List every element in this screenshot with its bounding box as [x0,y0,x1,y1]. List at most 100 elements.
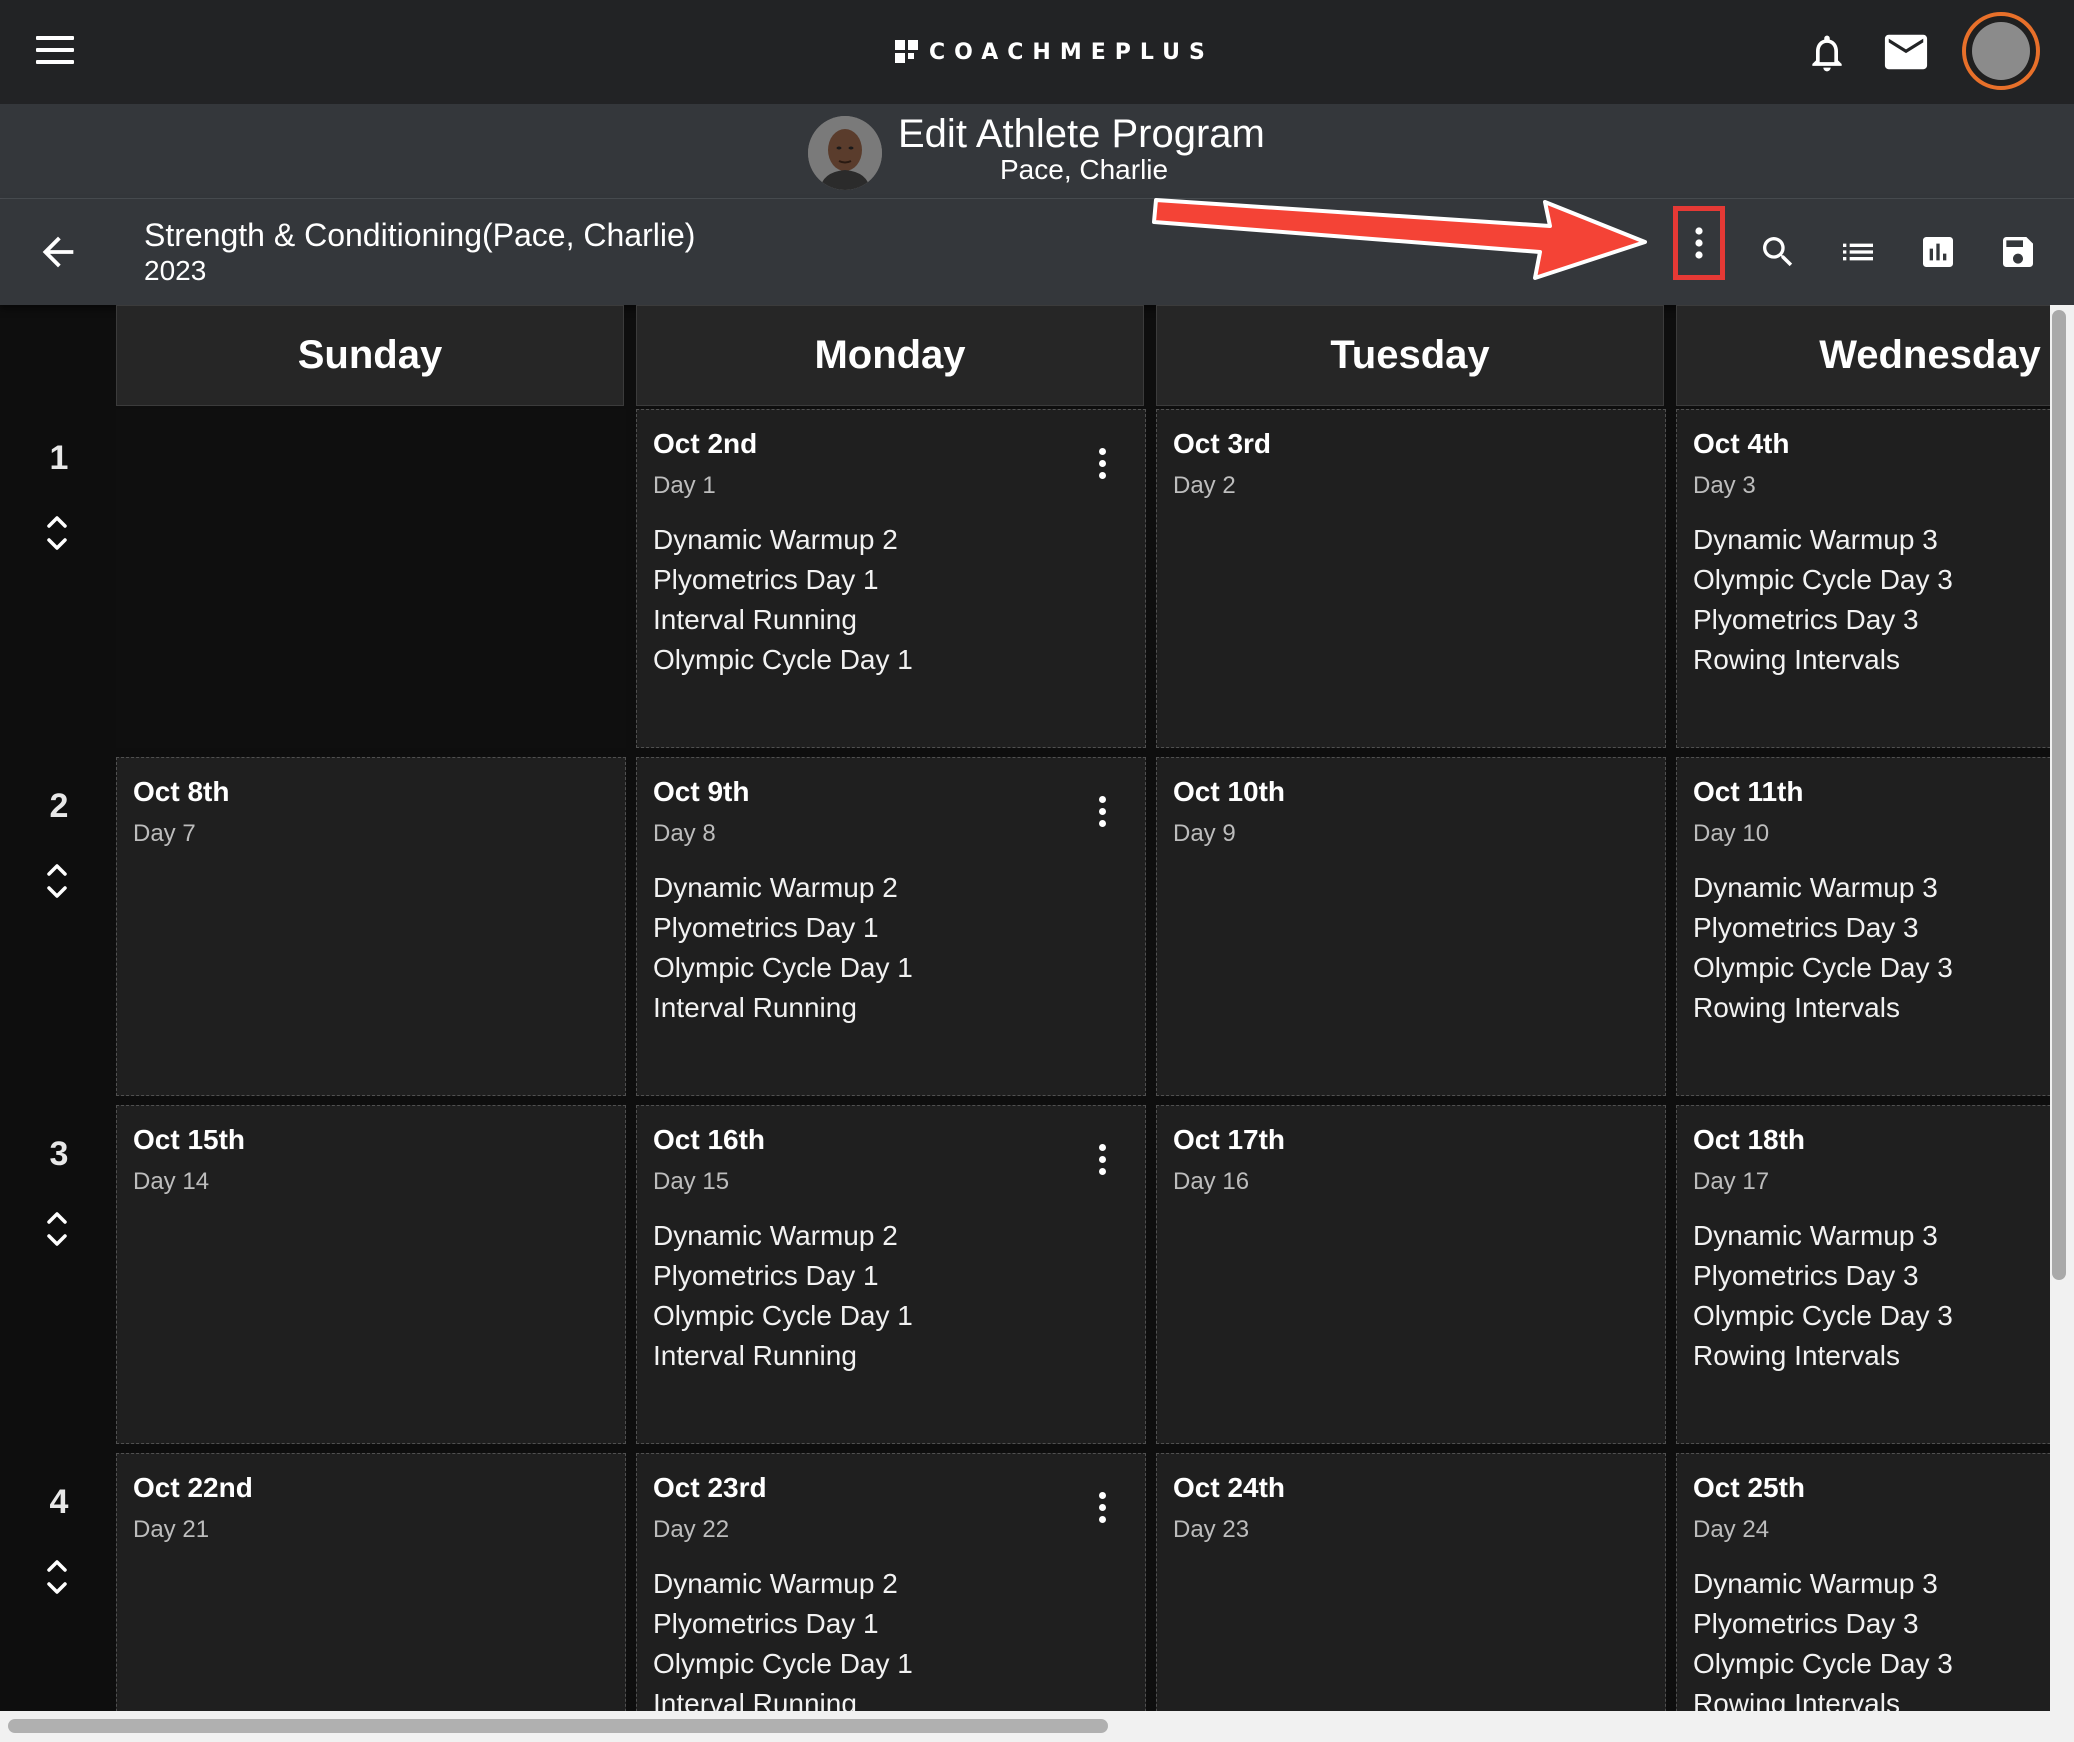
workout-item[interactable]: Dynamic Warmup 2 [653,868,913,908]
workout-item[interactable]: Plyometrics Day 1 [653,560,913,600]
workout-item[interactable]: Plyometrics Day 3 [1693,600,1953,640]
workout-item[interactable]: Olympic Cycle Day 3 [1693,560,1953,600]
calendar-day-cell[interactable]: Oct 11th Day 10 Dynamic Warmup 3 Plyometric… [1676,757,2050,1096]
workout-list: Dynamic Warmup 3 Olympic Cycle Day 3 Plyom… [1693,520,1953,680]
workout-item[interactable]: Dynamic Warmup 2 [653,1216,913,1256]
workout-item[interactable]: Olympic Cycle Day 1 [653,1296,913,1336]
horizontal-scrollbar-thumb[interactable] [8,1719,1108,1733]
calendar-day-cell[interactable]: Oct 10th Day 9 [1156,757,1666,1096]
workout-list: Dynamic Warmup 2 Plyometrics Day 1 Olympic… [653,1564,913,1711]
more-vert-icon[interactable] [1089,1486,1115,1530]
top-bar: COACHMEPLUS [0,0,2074,104]
bell-icon[interactable] [1805,30,1849,76]
program-toolbar: Strength & Conditioning(Pace, Charlie) 2… [0,199,2074,305]
cell-date: Oct 3rd [1173,428,1272,459]
back-arrow-icon[interactable] [34,229,82,275]
cell-date: Oct 11th [1693,776,1804,807]
workout-item[interactable]: Interval Running [653,1336,913,1376]
workout-item[interactable]: Rowing Intervals [1693,1684,1953,1711]
mail-icon[interactable] [1883,32,1929,72]
more-vert-icon[interactable] [1089,442,1115,486]
calendar-day-cell[interactable]: Oct 2nd Day 1 Dynamic Warmup 2 Plyometrics … [636,409,1146,748]
workout-item[interactable]: Olympic Cycle Day 1 [653,1644,913,1684]
day-header-monday: Monday [636,305,1144,406]
workout-item[interactable]: Rowing Intervals [1693,640,1953,680]
cell-day-number: Day 7 [133,820,196,847]
list-view-button[interactable] [1833,227,1883,277]
expand-collapse-icon[interactable] [40,1207,74,1251]
workout-item[interactable]: Interval Running [653,600,913,640]
cell-day-number: Day 3 [1693,472,1756,499]
workout-item[interactable]: Dynamic Warmup 3 [1693,1216,1953,1256]
workout-item[interactable]: Dynamic Warmup 3 [1693,868,1953,908]
workout-item[interactable]: Plyometrics Day 3 [1693,908,1953,948]
workout-item[interactable]: Plyometrics Day 1 [653,1604,913,1644]
reports-button[interactable] [1913,227,1963,277]
cell-date: Oct 25th [1693,1472,1806,1503]
calendar-day-cell[interactable]: Oct 18th Day 17 Dynamic Warmup 3 Plyometric… [1676,1105,2050,1444]
brand-logo: COACHMEPLUS [895,36,1214,68]
search-icon [1763,237,1793,267]
cell-date: Oct 22nd [133,1472,253,1503]
workout-item[interactable]: Olympic Cycle Day 1 [653,640,913,680]
expand-collapse-icon[interactable] [40,859,74,903]
workout-list: Dynamic Warmup 2 Plyometrics Day 1 Olympic… [653,1216,913,1376]
save-button[interactable] [1993,227,2043,277]
workout-list: Dynamic Warmup 3 Plyometrics Day 3 Olympic… [1693,868,1953,1028]
workout-item[interactable]: Olympic Cycle Day 3 [1693,1644,1953,1684]
workout-item[interactable]: Interval Running [653,988,913,1028]
workout-item[interactable]: Olympic Cycle Day 3 [1693,1296,1953,1336]
cell-day-number: Day 8 [653,820,716,847]
workout-list: Dynamic Warmup 2 Plyometrics Day 1 Interva… [653,520,913,680]
workout-item[interactable]: Dynamic Warmup 3 [1693,1564,1953,1604]
calendar-day-cell[interactable]: Oct 8th Day 7 [116,757,626,1096]
workout-item[interactable]: Dynamic Warmup 2 [653,1564,913,1604]
workout-item[interactable]: Olympic Cycle Day 3 [1693,948,1953,988]
cell-date: Oct 17th [1173,1124,1286,1155]
workout-item[interactable]: Rowing Intervals [1693,1336,1953,1376]
cell-date: Oct 8th [133,776,230,807]
workout-item[interactable]: Plyometrics Day 3 [1693,1604,1953,1644]
cell-day-number: Day 10 [1693,820,1770,847]
workout-item[interactable]: Olympic Cycle Day 1 [653,948,913,988]
workout-item[interactable]: Plyometrics Day 1 [653,908,913,948]
expand-collapse-icon[interactable] [40,511,74,555]
workout-item[interactable]: Plyometrics Day 3 [1693,1256,1953,1296]
calendar-day-cell[interactable]: Oct 15th Day 14 [116,1105,626,1444]
workout-item[interactable]: Rowing Intervals [1693,988,1953,1028]
cell-day-number: Day 22 [653,1516,730,1543]
search-button[interactable] [1753,227,1803,277]
calendar-day-cell[interactable]: Oct 9th Day 8 Dynamic Warmup 2 Plyometrics … [636,757,1146,1096]
calendar-day-cell[interactable]: Oct 23rd Day 22 Dynamic Warmup 2 Plyometric… [636,1453,1146,1711]
expand-collapse-icon[interactable] [40,1555,74,1599]
athlete-avatar [808,116,882,190]
app-window: COACHMEPLUS Edit Athlete Program Pace, C… [0,0,2074,1742]
annotation-arrow [1152,198,1647,280]
workout-item[interactable]: Plyometrics Day 1 [653,1256,913,1296]
workout-item[interactable]: Dynamic Warmup 2 [653,520,913,560]
cell-day-number: Day 16 [1173,1168,1250,1195]
cell-day-number: Day 24 [1693,1516,1770,1543]
workout-item[interactable]: Interval Running [653,1684,913,1711]
calendar-day-cell[interactable]: Oct 22nd Day 21 [116,1453,626,1711]
calendar-day-cell[interactable]: Oct 4th Day 3 Dynamic Warmup 3 Olympic Cycl… [1676,409,2050,748]
brand-name: COACHMEPLUS [929,39,1214,65]
calendar-day-cell[interactable]: Oct 16th Day 15 Dynamic Warmup 2 Plyometric… [636,1105,1146,1444]
calendar-day-cell[interactable]: Oct 3rd Day 2 [1156,409,1666,748]
vertical-scrollbar-thumb[interactable] [2052,310,2066,1280]
calendar-day-cell[interactable]: Oct 17th Day 16 [1156,1105,1666,1444]
cell-date: Oct 9th [653,776,750,807]
day-header-wednesday: Wednesday [1676,305,2050,406]
more-vert-icon [1695,227,1703,259]
user-avatar[interactable] [1962,12,2040,90]
more-vert-icon[interactable] [1089,790,1115,834]
workout-list: Dynamic Warmup 2 Plyometrics Day 1 Olympic… [653,868,913,1028]
menu-icon[interactable] [30,30,82,74]
more-vert-icon[interactable] [1089,1138,1115,1182]
program-name: Strength & Conditioning(Pace, Charlie) [144,217,696,253]
calendar-day-cell[interactable]: Oct 24th Day 23 [1156,1453,1666,1711]
calendar-day-cell[interactable]: Oct 25th Day 24 Dynamic Warmup 3 Plyometric… [1676,1453,2050,1711]
workout-item[interactable]: Dynamic Warmup 3 [1693,520,1953,560]
cell-date: Oct 15th [133,1124,246,1155]
week-number: 3 [49,1135,69,1173]
